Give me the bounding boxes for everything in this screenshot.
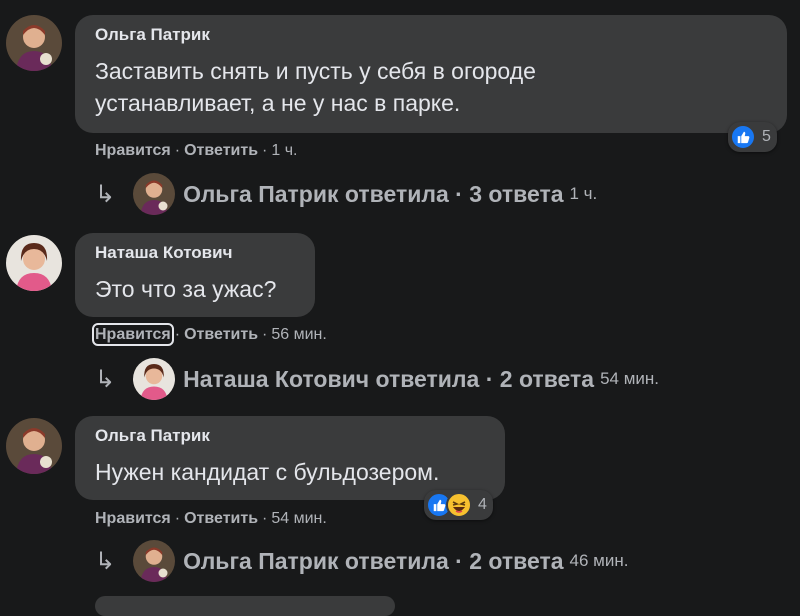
view-replies-link[interactable]: ↳ Наташа Котович ответила · 2 ответа 54 … [95, 358, 659, 400]
reply-button[interactable]: Ответить [184, 326, 258, 343]
reply-summary: Наташа Котович ответила · 2 ответа [183, 365, 595, 392]
comment-actions: Нравится · Ответить · 56 мин. [92, 323, 327, 346]
separator: · [174, 142, 181, 159]
reply-arrow-icon: ↳ [95, 547, 116, 575]
comment-bubble: Ольга Патрик Заставить снять и пусть у с… [75, 15, 787, 133]
reaction-count: 4 [478, 496, 487, 513]
comment-timestamp[interactable]: 56 мин. [271, 326, 326, 343]
reply-arrow-icon: ↳ [95, 365, 116, 393]
comment-bubble [95, 596, 395, 616]
view-replies-link[interactable]: ↳ Ольга Патрик ответила · 2 ответа 46 ми… [95, 540, 628, 582]
comment-actions: Нравится · Ответить · 54 мин. [95, 510, 327, 528]
separator: · [262, 142, 268, 159]
avatar [133, 358, 176, 400]
comment-author[interactable]: Ольга Патрик [95, 25, 210, 45]
comment-timestamp[interactable]: 1 ч. [271, 142, 297, 159]
like-icon [730, 124, 756, 150]
reply-summary: Ольга Патрик ответила · 3 ответа [183, 180, 564, 207]
comment-text-line: Это что за ужас? [95, 276, 277, 302]
reaction-summary[interactable]: 4 [424, 490, 493, 520]
separator: · [174, 510, 181, 527]
view-replies-link[interactable]: ↳ Ольга Патрик ответила · 3 ответа 1 ч. [95, 173, 597, 215]
comment-text-line: Нужен кандидат с бульдозером. [95, 459, 440, 485]
reaction-summary[interactable]: 5 [728, 122, 777, 152]
comment-text: Это что за ужас? [95, 273, 276, 305]
reply-timestamp: 1 ч. [569, 184, 598, 203]
reply-summary: Ольга Патрик ответила · 2 ответа [183, 547, 564, 574]
comment-bubble: Ольга Патрик Нужен кандидат с бульдозеро… [75, 416, 505, 500]
comment-bubble: Наташа Котович Это что за ужас? [75, 233, 315, 317]
reply-timestamp: 54 мин. [600, 369, 660, 388]
separator: · [262, 326, 268, 343]
reaction-count: 5 [762, 128, 771, 145]
reply-timestamp: 46 мин. [569, 551, 629, 570]
like-button[interactable]: Нравится [92, 323, 174, 346]
avatar [133, 173, 176, 215]
comment-timestamp[interactable]: 54 мин. [271, 510, 326, 527]
like-button[interactable]: Нравится [95, 510, 171, 527]
reply-button[interactable]: Ответить [184, 142, 258, 159]
reply-button[interactable]: Ответить [184, 510, 258, 527]
avatar[interactable] [6, 235, 62, 291]
avatar[interactable] [6, 15, 62, 71]
separator: · [262, 510, 268, 527]
separator: · [174, 326, 181, 343]
comment-actions: Нравится · Ответить · 1 ч. [95, 142, 297, 160]
comment-text-line: Заставить снять и пусть у себя в огороде [95, 58, 536, 84]
reply-arrow-icon: ↳ [95, 180, 116, 208]
comment-author[interactable]: Наташа Котович [95, 243, 232, 263]
comment-author[interactable]: Ольга Патрик [95, 426, 210, 446]
like-button[interactable]: Нравится [95, 142, 171, 159]
comment-text-line: устанавливает, а не у нас в парке. [95, 90, 461, 116]
avatar[interactable] [6, 418, 62, 474]
comment-text: Заставить снять и пусть у себя в огороде… [95, 55, 536, 119]
avatar [133, 540, 176, 582]
comment-text: Нужен кандидат с бульдозером. [95, 456, 439, 488]
haha-icon [446, 492, 472, 518]
